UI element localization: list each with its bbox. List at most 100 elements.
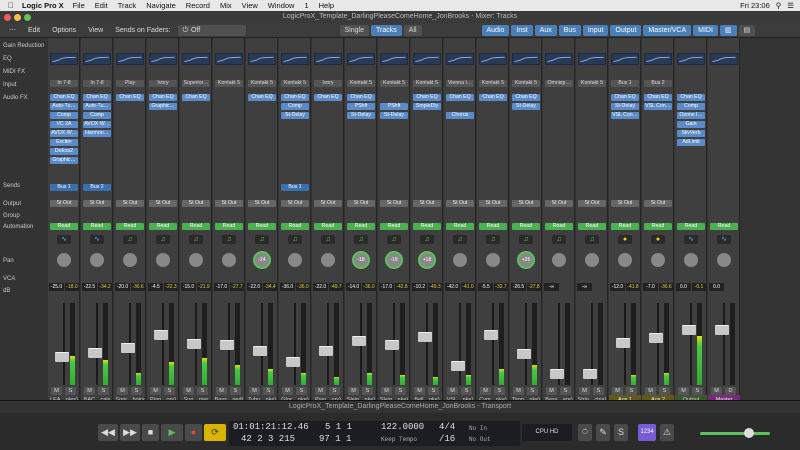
volume-fader[interactable] (88, 347, 102, 358)
solo-button[interactable]: S (692, 387, 703, 395)
mute-button[interactable]: M (150, 387, 161, 395)
channel-strip[interactable]: Bus 2 Chan EQ VSL Con… St Out Read ● -7.0 -36.6… (642, 38, 674, 405)
pan-knob[interactable] (649, 251, 667, 269)
solo-button[interactable]: S (164, 387, 175, 395)
channel-strip[interactable]: Read∿0.0MDMaster (708, 38, 740, 405)
mute-button[interactable]: M (480, 387, 491, 395)
solo-button[interactable]: S (263, 387, 274, 395)
pan-knob[interactable] (682, 251, 700, 269)
eq-thumbnail[interactable] (611, 53, 639, 65)
volume-value[interactable]: -17.0 (214, 283, 229, 291)
eq-thumbnail[interactable] (281, 53, 309, 65)
solo-button[interactable]: S (329, 387, 340, 395)
volume-value[interactable]: -17.0 (379, 283, 394, 291)
audio-fx-slot[interactable]: SmpleDly (413, 103, 441, 110)
automation-mode[interactable]: Read (413, 223, 441, 230)
peak-value[interactable]: -41.0 (461, 283, 475, 291)
solo-button[interactable]: S (494, 387, 505, 395)
automation-mode[interactable]: Read (644, 223, 672, 230)
channel-strip[interactable]: Omnisp…St OutRead♫-∞MSBass…ere) (543, 38, 575, 403)
volume-fader[interactable] (451, 360, 465, 371)
volume-value[interactable]: -26.5 (511, 283, 526, 291)
list-icon[interactable]: ☰ (787, 1, 794, 10)
volume-value[interactable]: -14.0 (346, 283, 361, 291)
rewind-button[interactable]: ◀◀ (98, 424, 118, 441)
volume-value[interactable]: 0.0 (709, 283, 724, 291)
peak-value[interactable]: -42.8 (395, 283, 409, 291)
audio-fx-slot[interactable]: Comp (83, 112, 111, 119)
tracks-button[interactable]: Tracks (370, 24, 402, 36)
audio-fx-slot[interactable]: Chan EQ (611, 94, 639, 101)
pencil-icon[interactable]: ✎ (596, 424, 610, 441)
volume-fader[interactable] (55, 351, 69, 362)
eq-thumbnail[interactable] (314, 53, 342, 65)
automation-mode[interactable]: Read (281, 223, 309, 230)
input-slot[interactable]: In 7-8 (83, 80, 111, 87)
channel-strip[interactable]: Kontakt 5 PShft St-Delay St Out Read ♫ -18 -17.… (378, 38, 410, 403)
automation-mode[interactable]: Read (677, 223, 705, 230)
channel-strip[interactable]: In 7-8 Chan EQ Auto-Tu… Comp AVOX W… Harmon… B… (81, 38, 113, 403)
volume-value[interactable]: -10.2 (412, 283, 427, 291)
mute-button[interactable]: M (84, 387, 95, 395)
mute-button[interactable]: M (546, 387, 557, 395)
volume-value[interactable]: -25.0 (49, 283, 64, 291)
input-slot[interactable]: Kontakt 5 (380, 80, 408, 87)
play-button[interactable]: ▶ (161, 424, 183, 441)
pan-knob[interactable] (121, 251, 139, 269)
volume-fader[interactable] (418, 331, 432, 342)
automation-mode[interactable]: Read (50, 223, 78, 230)
volume-value[interactable]: -22.5 (82, 283, 97, 291)
audio-fx-slot[interactable]: St-Delay (380, 112, 408, 119)
eq-thumbnail[interactable] (578, 53, 606, 65)
automation-mode[interactable]: Read (446, 223, 474, 230)
channel-strip[interactable]: Kontakt 5 Chan EQ SmpleDly St Out Read ♫ +18 -1… (411, 38, 443, 403)
output-slot[interactable]: St Out (314, 200, 342, 207)
volume-fader[interactable] (352, 336, 366, 347)
audio-fx-slot[interactable]: Chan EQ (149, 94, 177, 101)
lcd-display[interactable]: 01:01:21:12.46 42 2 3 215 5 1 1 97 1 1 1… (229, 421, 520, 446)
volume-value[interactable]: -22.0 (247, 283, 262, 291)
pan-knob[interactable] (88, 251, 106, 269)
output-slot[interactable]: St Out (446, 200, 474, 207)
mute-button[interactable]: M (183, 387, 194, 395)
eq-thumbnail[interactable] (710, 53, 738, 65)
audio-fx-slot[interactable]: Graphic… (149, 103, 177, 110)
mute-button[interactable]: M (579, 387, 590, 395)
volume-value[interactable]: -15.0 (181, 283, 196, 291)
input-slot[interactable]: Kontakt 5 (512, 80, 540, 87)
audio-fx-slot[interactable]: St-Delay (281, 112, 309, 119)
peak-value[interactable]: -27.8 (527, 283, 541, 291)
tuner-icon[interactable]: ⍥ (578, 424, 592, 441)
automation-mode[interactable]: Read (347, 223, 375, 230)
input-slot[interactable]: Ivory (149, 80, 177, 87)
filter-audio[interactable]: Audio (481, 24, 510, 36)
pan-knob[interactable] (715, 251, 733, 269)
eq-thumbnail[interactable] (380, 53, 408, 65)
peak-value[interactable]: -49.3 (428, 283, 442, 291)
audio-fx-slot[interactable]: VSL Con… (611, 112, 639, 119)
peak-value[interactable]: -36.6 (659, 283, 673, 291)
eq-thumbnail[interactable] (512, 53, 540, 65)
automation-mode[interactable]: Read (545, 223, 573, 230)
filter-bus[interactable]: Bus (558, 24, 581, 36)
audio-fx-slot[interactable]: Chan EQ (677, 94, 705, 101)
solo-button[interactable]: S (98, 387, 109, 395)
volume-value[interactable]: -20.0 (115, 283, 130, 291)
audio-fx-slot[interactable]: Chorus (446, 112, 474, 119)
solo-button[interactable]: S (362, 387, 373, 395)
peak-value[interactable]: -18.0 (65, 283, 79, 291)
output-slot[interactable]: St Out (380, 200, 408, 207)
mute-button[interactable]: M (447, 387, 458, 395)
solo-button[interactable]: S (65, 387, 76, 395)
volume-fader[interactable] (550, 369, 564, 380)
volume-value[interactable]: -4.5 (148, 283, 163, 291)
peak-value[interactable]: -41.8 (626, 283, 640, 291)
audio-fx-slot[interactable]: AVOX W… (83, 121, 111, 128)
audio-fx-slot[interactable]: Chan EQ (446, 94, 474, 101)
output-slot[interactable]: St Out (512, 200, 540, 207)
minimize-icon[interactable] (14, 14, 21, 21)
audio-fx-slot[interactable]: AdLimit (677, 139, 705, 146)
volume-value[interactable]: -36.0 (280, 283, 295, 291)
volume-fader[interactable] (715, 324, 729, 335)
audio-fx-slot[interactable]: Auto-Tu… (83, 103, 111, 110)
